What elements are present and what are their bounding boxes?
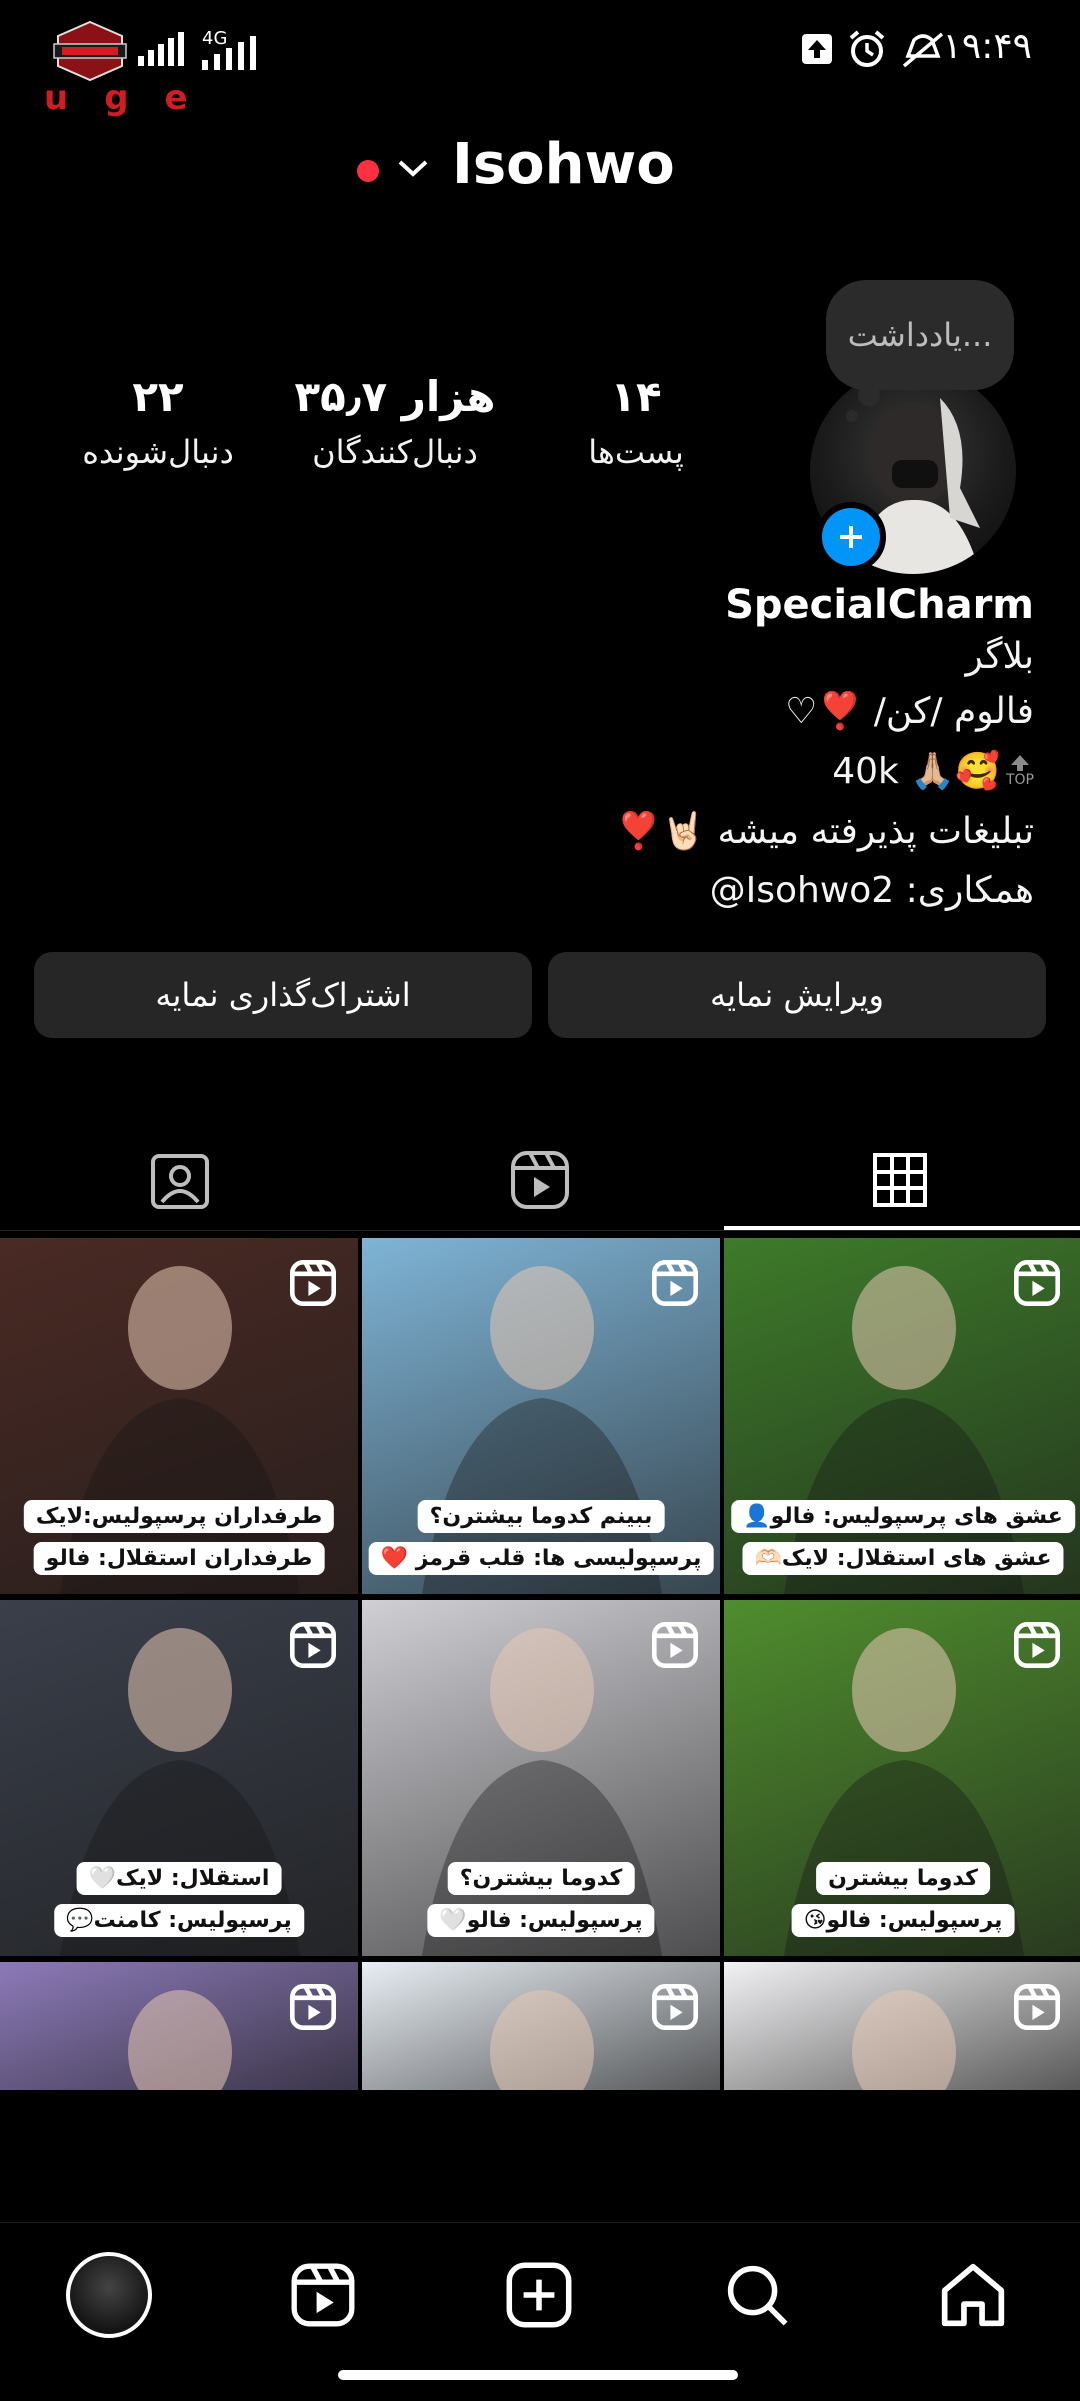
post-tile[interactable] xyxy=(362,1962,720,2090)
post-caption-1: استقلال: لایک🤍 xyxy=(76,1862,282,1895)
tab-tagged[interactable] xyxy=(0,1130,360,1230)
profile-category: بلاگر xyxy=(965,636,1034,677)
alarm-icon xyxy=(846,28,888,74)
reel-indicator-icon xyxy=(1014,1260,1060,1306)
bio-line-2-row: 40k 🙏🏼🥰 TOP xyxy=(832,750,1034,792)
reel-indicator-icon xyxy=(290,1984,336,2030)
stat-followers[interactable]: ۳۵٫۷ هزار دنبال‌کنندگان xyxy=(290,372,500,471)
post-caption-2: طرفداران استقلال: فالو xyxy=(33,1542,325,1575)
bio-line-3: تبلیغات پذیرفته میشه 🤘🏻❣️ xyxy=(616,811,1034,852)
edit-profile-button[interactable]: ویرایش نمایه xyxy=(548,952,1046,1038)
posts-grid: عشق های پرسپولیس: فالو👤 عشق های استقلال: … xyxy=(0,1238,1080,2090)
post-caption-2: عشق های استقلال: لایک🫶🏻 xyxy=(742,1542,1064,1575)
post-caption-2: پرسپولیس: فالو😘 xyxy=(791,1904,1015,1937)
reels-icon xyxy=(291,2263,355,2327)
post-caption-1: کدوما بیشترن xyxy=(816,1862,990,1895)
nav-profile[interactable] xyxy=(64,2250,154,2340)
status-bar: uge 4G ۱۹:۴۹ xyxy=(0,0,1080,118)
carrier-letters: uge xyxy=(44,78,224,118)
post-tile[interactable]: کدوما بیشترن؟ پرسپولیس: فالو🤍 xyxy=(362,1600,720,1956)
home-icon xyxy=(941,2263,1005,2327)
stat-posts[interactable]: ۱۴ پست‌ها xyxy=(556,372,716,471)
followers-count: ۳۵٫۷ هزار xyxy=(294,372,496,421)
reel-indicator-icon xyxy=(290,1622,336,1668)
nav-home[interactable] xyxy=(928,2250,1018,2340)
grid-icon xyxy=(873,1153,927,1207)
notification-dot xyxy=(357,160,379,182)
stat-following[interactable]: ۲۲ دنبال‌شونده xyxy=(68,372,248,471)
post-caption-2: پرسپولیس: کامنت💬 xyxy=(54,1904,304,1937)
nav-avatar xyxy=(66,2252,152,2338)
top-badge-text: TOP xyxy=(1005,772,1034,788)
tagged-person-icon xyxy=(151,1154,209,1209)
post-tile[interactable]: استقلال: لایک🤍 پرسپولیس: کامنت💬 xyxy=(0,1600,358,1956)
tab-divider xyxy=(0,1230,1080,1231)
tab-reels[interactable] xyxy=(360,1130,720,1230)
reel-indicator-icon xyxy=(1014,1984,1060,2030)
display-name: SpecialCharm xyxy=(725,582,1034,628)
post-tile[interactable]: طرفداران پرسپولیس:لایک طرفداران استقلال: … xyxy=(0,1238,358,1594)
post-caption-1: طرفداران پرسپولیس:لایک xyxy=(23,1500,335,1533)
followers-label: دنبال‌کنندگان xyxy=(312,433,478,471)
signal-icon xyxy=(138,30,190,70)
chevron-down-icon[interactable] xyxy=(396,156,430,180)
note-bubble[interactable]: یادداشت... xyxy=(826,280,1014,390)
posts-label: پست‌ها xyxy=(588,433,684,471)
search-icon xyxy=(727,2265,788,2326)
bio-line-1: فالوم /کن/ ❣️♡ xyxy=(785,691,1034,732)
following-count: ۲۲ xyxy=(132,372,184,421)
post-tile[interactable] xyxy=(0,1962,358,2090)
post-caption-2: پرسپولیس: فالو🤍 xyxy=(427,1904,655,1937)
share-profile-button[interactable]: اشتراک‌گذاری نمایه xyxy=(34,952,532,1038)
status-time: ۱۹:۴۹ xyxy=(942,26,1032,67)
post-caption-2: پرسپولیسی ها: قلب قرمز ❤️ xyxy=(368,1542,714,1575)
nav-reels[interactable] xyxy=(278,2250,368,2340)
post-tile[interactable] xyxy=(724,1962,1080,2090)
posts-count: ۱۴ xyxy=(610,372,662,421)
home-indicator xyxy=(338,2370,738,2380)
post-caption-1: کدوما بیشترن؟ xyxy=(447,1862,635,1895)
reel-indicator-icon xyxy=(652,1984,698,2030)
add-post-icon xyxy=(506,2262,572,2328)
upload-icon xyxy=(800,32,834,70)
post-caption-1: ببینم کدوما بیشترن؟ xyxy=(417,1500,665,1533)
nav-create[interactable] xyxy=(494,2250,584,2340)
add-story-plus-icon[interactable] xyxy=(816,502,886,572)
note-tail xyxy=(858,384,880,406)
reels-icon xyxy=(511,1151,569,1209)
reel-indicator-icon xyxy=(652,1260,698,1306)
tab-grid[interactable] xyxy=(720,1130,1080,1230)
following-label: دنبال‌شونده xyxy=(82,433,234,471)
top-arrow-icon: TOP xyxy=(1006,754,1034,788)
account-switcher-username[interactable]: Isohwo xyxy=(452,132,675,197)
carrier-logo-icon xyxy=(52,20,128,82)
bio-collab-link[interactable]: همکاری: Isohwo2@ xyxy=(710,870,1034,911)
bio-line-2: 40k 🙏🏼🥰 xyxy=(832,751,1000,792)
mute-vibrate-icon xyxy=(900,30,946,74)
post-tile[interactable]: کدوما بیشترن پرسپولیس: فالو😘 xyxy=(724,1600,1080,1956)
reel-indicator-icon xyxy=(652,1622,698,1668)
reel-indicator-icon xyxy=(1014,1622,1060,1668)
post-tile[interactable]: عشق های پرسپولیس: فالو👤 عشق های استقلال: … xyxy=(724,1238,1080,1594)
signal-icon-2 xyxy=(202,34,268,74)
reel-indicator-icon xyxy=(290,1260,336,1306)
nav-search[interactable] xyxy=(712,2250,802,2340)
post-caption-1: عشق های پرسپولیس: فالو👤 xyxy=(731,1500,1075,1533)
post-tile[interactable]: ببینم کدوما بیشترن؟ پرسپولیسی ها: قلب قرم… xyxy=(362,1238,720,1594)
note-tail-small xyxy=(846,410,858,422)
